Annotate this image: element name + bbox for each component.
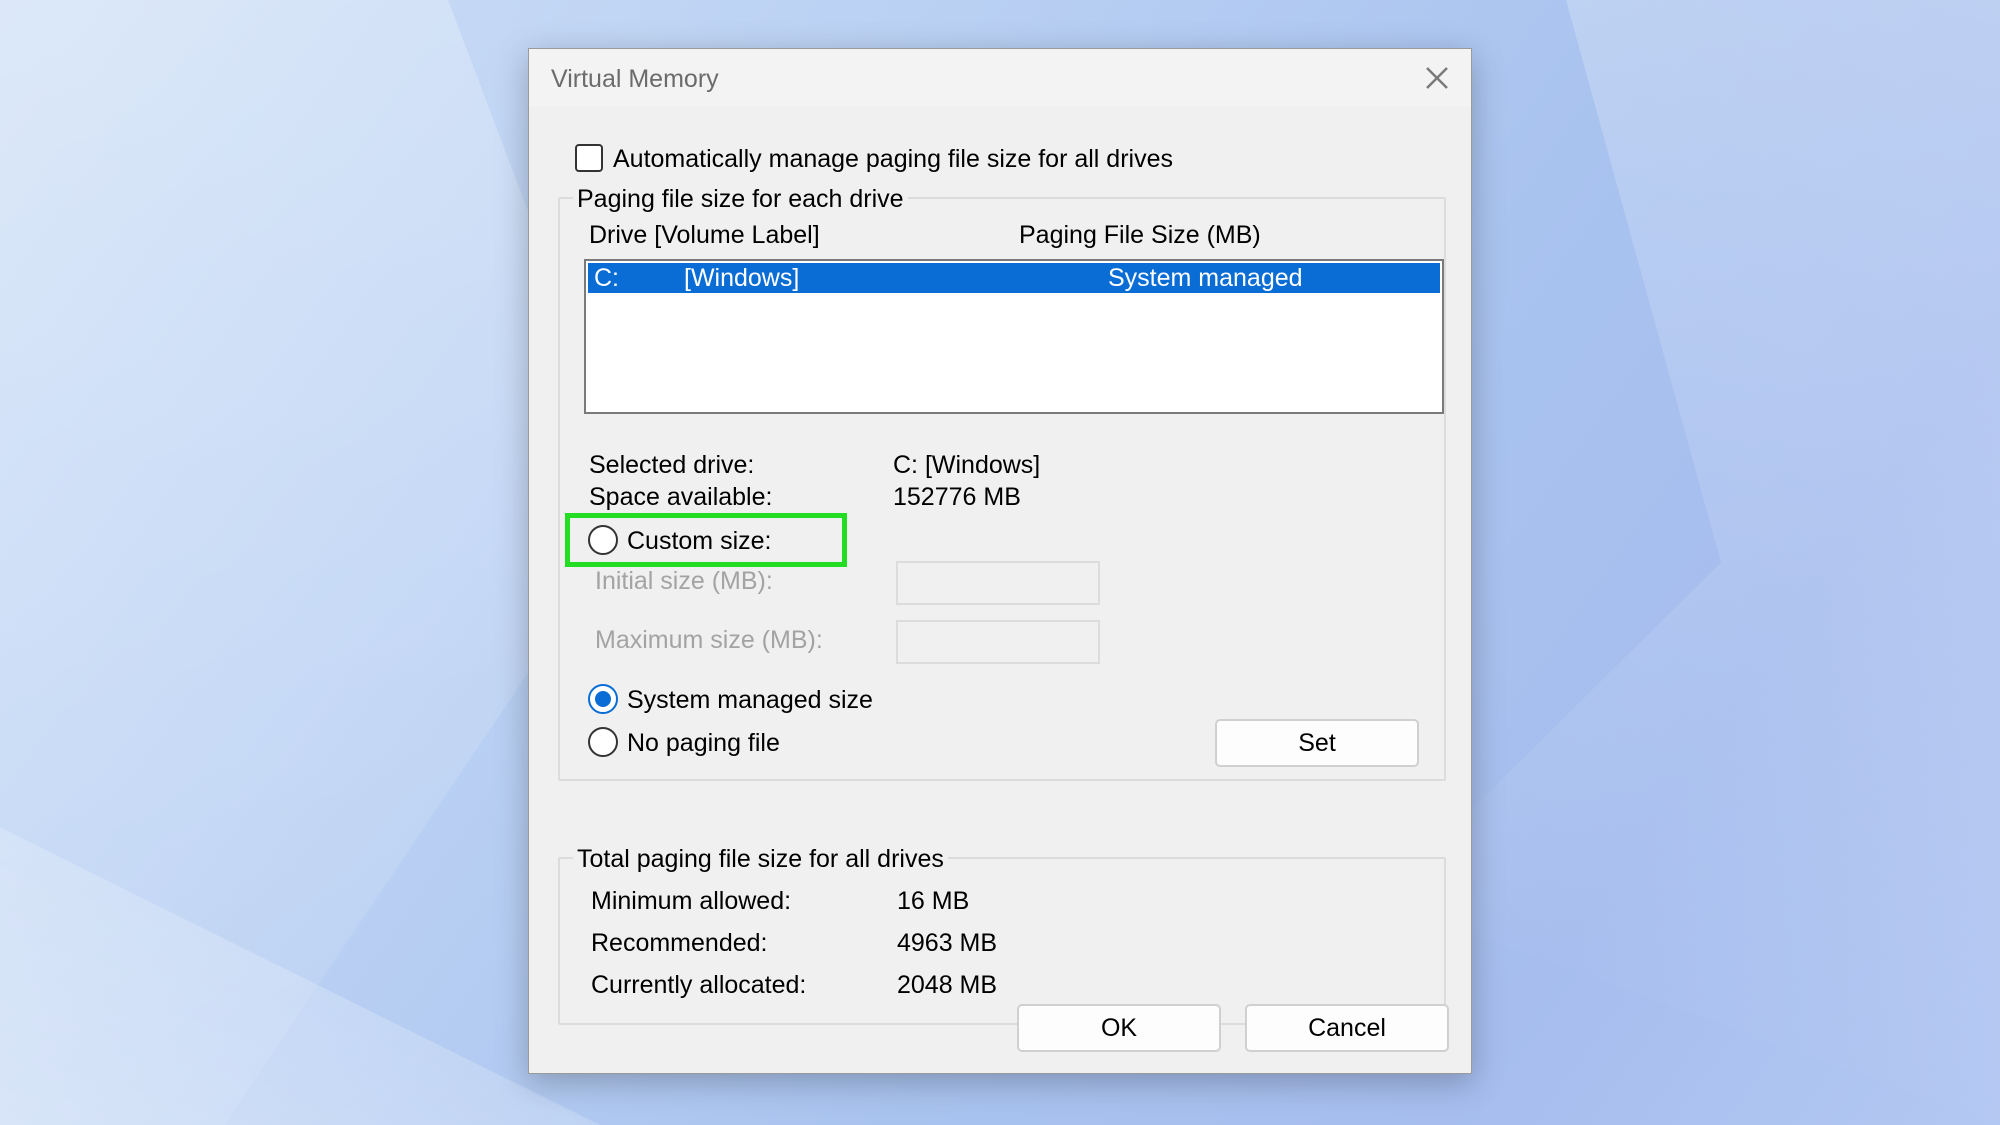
column-header-size: Paging File Size (MB): [1019, 221, 1261, 249]
no-paging-file-label[interactable]: No paging file: [627, 729, 780, 758]
total-group-legend: Total paging file size for all drives: [573, 845, 948, 874]
currently-allocated-value: 2048 MB: [897, 971, 998, 999]
system-managed-label[interactable]: System managed size: [627, 686, 873, 715]
auto-manage-checkbox[interactable]: [575, 144, 603, 172]
initial-size-label: Initial size (MB):: [595, 567, 773, 595]
cancel-button[interactable]: Cancel: [1245, 1004, 1449, 1052]
drive-paging-size: System managed: [1108, 264, 1303, 292]
currently-allocated-label: Currently allocated:: [591, 971, 807, 999]
selected-drive-label: Selected drive:: [589, 451, 755, 479]
custom-size-radio[interactable]: [588, 525, 618, 555]
drive-volume-label: [Windows]: [684, 264, 800, 292]
drive-list[interactable]: C: [Windows] System managed: [584, 259, 1444, 414]
virtual-memory-dialog: Virtual Memory Automatically manage pagi…: [528, 48, 1472, 1074]
column-header-drive: Drive [Volume Label]: [589, 221, 820, 249]
set-button[interactable]: Set: [1215, 719, 1419, 767]
maximum-size-label: Maximum size (MB):: [595, 626, 823, 654]
auto-manage-label[interactable]: Automatically manage paging file size fo…: [613, 145, 1173, 174]
maximum-size-input[interactable]: [896, 620, 1100, 664]
custom-size-label[interactable]: Custom size:: [627, 527, 771, 556]
minimum-allowed-label: Minimum allowed:: [591, 887, 792, 915]
initial-size-input[interactable]: [896, 561, 1100, 605]
recommended-value: 4963 MB: [897, 929, 998, 957]
title-bar: Virtual Memory: [529, 49, 1471, 107]
paging-group-legend: Paging file size for each drive: [573, 185, 908, 214]
no-paging-file-radio[interactable]: [588, 727, 618, 757]
ok-button[interactable]: OK: [1017, 1004, 1221, 1052]
drive-row-c[interactable]: C: [Windows] System managed: [588, 263, 1440, 293]
recommended-label: Recommended:: [591, 929, 768, 957]
wallpaper-shape: [1380, 0, 2000, 1125]
minimum-allowed-value: 16 MB: [897, 887, 970, 915]
space-available-label: Space available:: [589, 483, 773, 511]
drive-letter: C:: [594, 264, 619, 292]
system-managed-radio[interactable]: [588, 684, 618, 714]
dialog-title: Virtual Memory: [551, 65, 719, 93]
space-available-value: 152776 MB: [893, 483, 1021, 511]
selected-drive-value: C: [Windows]: [893, 451, 1041, 479]
close-icon: [1426, 67, 1448, 89]
close-button[interactable]: [1417, 59, 1457, 97]
